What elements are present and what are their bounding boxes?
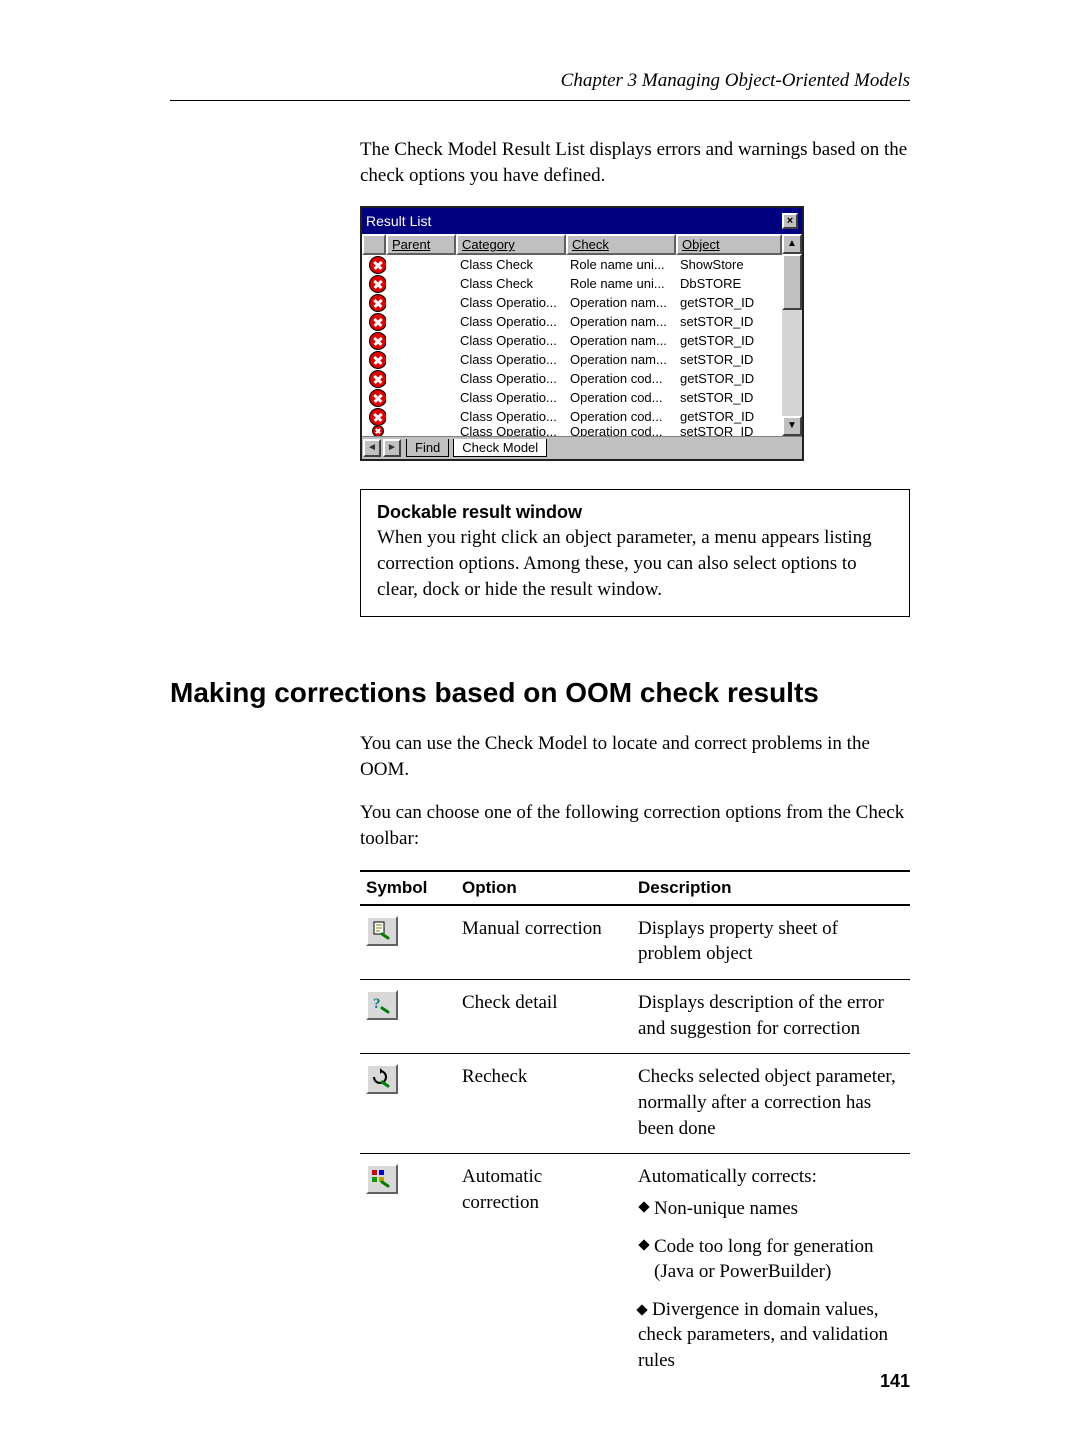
header-object[interactable]: Object bbox=[676, 234, 782, 255]
table-row[interactable]: Class Operatio...Operation cod...setSTOR… bbox=[362, 426, 782, 436]
header-check[interactable]: Check bbox=[566, 234, 676, 255]
error-icon bbox=[369, 294, 386, 312]
tab-nav-prev-icon[interactable]: ◄ bbox=[363, 439, 381, 457]
table-row: ? Check detail Displays description of t… bbox=[360, 980, 910, 1054]
tabs-row: ◄ ► Find Check Model bbox=[362, 436, 802, 459]
header-category[interactable]: Category bbox=[456, 234, 566, 255]
options-table: Symbol Option Description Manual correct… bbox=[360, 870, 910, 1386]
table-row: Automatic correction Automatically corre… bbox=[360, 1154, 910, 1386]
table-row[interactable]: Class Operatio...Operation cod...setSTOR… bbox=[362, 388, 782, 407]
opt-manual: Manual correction bbox=[456, 905, 632, 980]
result-list-titlebar[interactable]: Result List × bbox=[362, 208, 802, 234]
note-title: Dockable result window bbox=[377, 502, 893, 523]
grid-header: Parent Category Check Object bbox=[362, 234, 782, 255]
th-symbol: Symbol bbox=[360, 871, 456, 905]
error-icon bbox=[369, 351, 386, 369]
error-icon bbox=[369, 256, 386, 274]
error-icon bbox=[369, 370, 386, 388]
error-icon bbox=[369, 275, 386, 293]
para-3: You can choose one of the following corr… bbox=[360, 800, 910, 851]
desc-recheck: Checks selected object parameter, normal… bbox=[632, 1054, 910, 1154]
note-box: Dockable result window When you right cl… bbox=[360, 489, 910, 617]
result-list-title: Result List bbox=[366, 213, 431, 229]
tab-find[interactable]: Find bbox=[406, 439, 449, 457]
table-row[interactable]: Class Operatio...Operation nam...getSTOR… bbox=[362, 331, 782, 350]
scroll-down-icon[interactable]: ▼ bbox=[782, 416, 802, 436]
table-row[interactable]: Class CheckRole name uni...DbSTORE bbox=[362, 274, 782, 293]
error-icon bbox=[369, 408, 386, 426]
bullet-2: Code too long for generation (Java or Po… bbox=[654, 1234, 900, 1285]
table-row[interactable]: Class CheckRole name uni...ShowStore bbox=[362, 255, 782, 274]
scrollbar[interactable]: ▲ ▼ bbox=[782, 234, 802, 436]
table-row[interactable]: Class Operatio...Operation nam...setSTOR… bbox=[362, 350, 782, 369]
opt-detail: Check detail bbox=[456, 980, 632, 1054]
tab-nav-next-icon[interactable]: ► bbox=[383, 439, 401, 457]
page-number: 141 bbox=[880, 1371, 910, 1392]
bullet-1: Non-unique names bbox=[654, 1196, 900, 1222]
header-icon-col[interactable] bbox=[362, 234, 386, 255]
manual-correction-icon bbox=[366, 916, 398, 946]
bullet-3 bbox=[638, 1299, 652, 1320]
error-icon bbox=[369, 389, 386, 407]
desc-auto: Automatically corrects: Non-unique names… bbox=[632, 1154, 910, 1386]
error-icon bbox=[369, 332, 386, 350]
intro-paragraph: The Check Model Result List displays err… bbox=[360, 137, 910, 188]
table-row[interactable]: Class Operatio...Operation cod...getSTOR… bbox=[362, 369, 782, 388]
desc-manual: Displays property sheet of problem objec… bbox=[632, 905, 910, 980]
para-2: You can use the Check Model to locate an… bbox=[360, 731, 910, 782]
automatic-correction-icon bbox=[366, 1164, 398, 1194]
scroll-thumb[interactable] bbox=[782, 254, 802, 310]
error-icon bbox=[372, 426, 384, 436]
th-option: Option bbox=[456, 871, 632, 905]
header-parent[interactable]: Parent bbox=[386, 234, 456, 255]
opt-auto: Automatic correction bbox=[456, 1154, 632, 1386]
table-row: Manual correction Displays property shee… bbox=[360, 905, 910, 980]
tab-check-model[interactable]: Check Model bbox=[453, 439, 547, 457]
grid-body: Class CheckRole name uni...ShowStoreClas… bbox=[362, 255, 782, 436]
table-row[interactable]: Class Operatio...Operation cod...getSTOR… bbox=[362, 407, 782, 426]
th-description: Description bbox=[632, 871, 910, 905]
desc-detail: Displays description of the error and su… bbox=[632, 980, 910, 1054]
table-row[interactable]: Class Operatio...Operation nam...getSTOR… bbox=[362, 293, 782, 312]
table-row[interactable]: Class Operatio...Operation nam...setSTOR… bbox=[362, 312, 782, 331]
scroll-up-icon[interactable]: ▲ bbox=[782, 234, 802, 254]
error-icon bbox=[369, 313, 386, 331]
svg-text:?: ? bbox=[373, 996, 381, 1012]
running-head: Chapter 3 Managing Object-Oriented Model… bbox=[170, 70, 910, 101]
close-icon[interactable]: × bbox=[782, 213, 798, 229]
note-body: When you right click an object parameter… bbox=[377, 525, 893, 602]
opt-recheck: Recheck bbox=[456, 1054, 632, 1154]
table-row: Recheck Checks selected object parameter… bbox=[360, 1054, 910, 1154]
section-heading: Making corrections based on OOM check re… bbox=[170, 677, 910, 709]
recheck-icon bbox=[366, 1064, 398, 1094]
check-detail-icon: ? bbox=[366, 990, 398, 1020]
result-list-window: Result List × Parent Category Check Obje… bbox=[360, 206, 804, 461]
result-grid[interactable]: Parent Category Check Object Class Check… bbox=[362, 234, 782, 436]
